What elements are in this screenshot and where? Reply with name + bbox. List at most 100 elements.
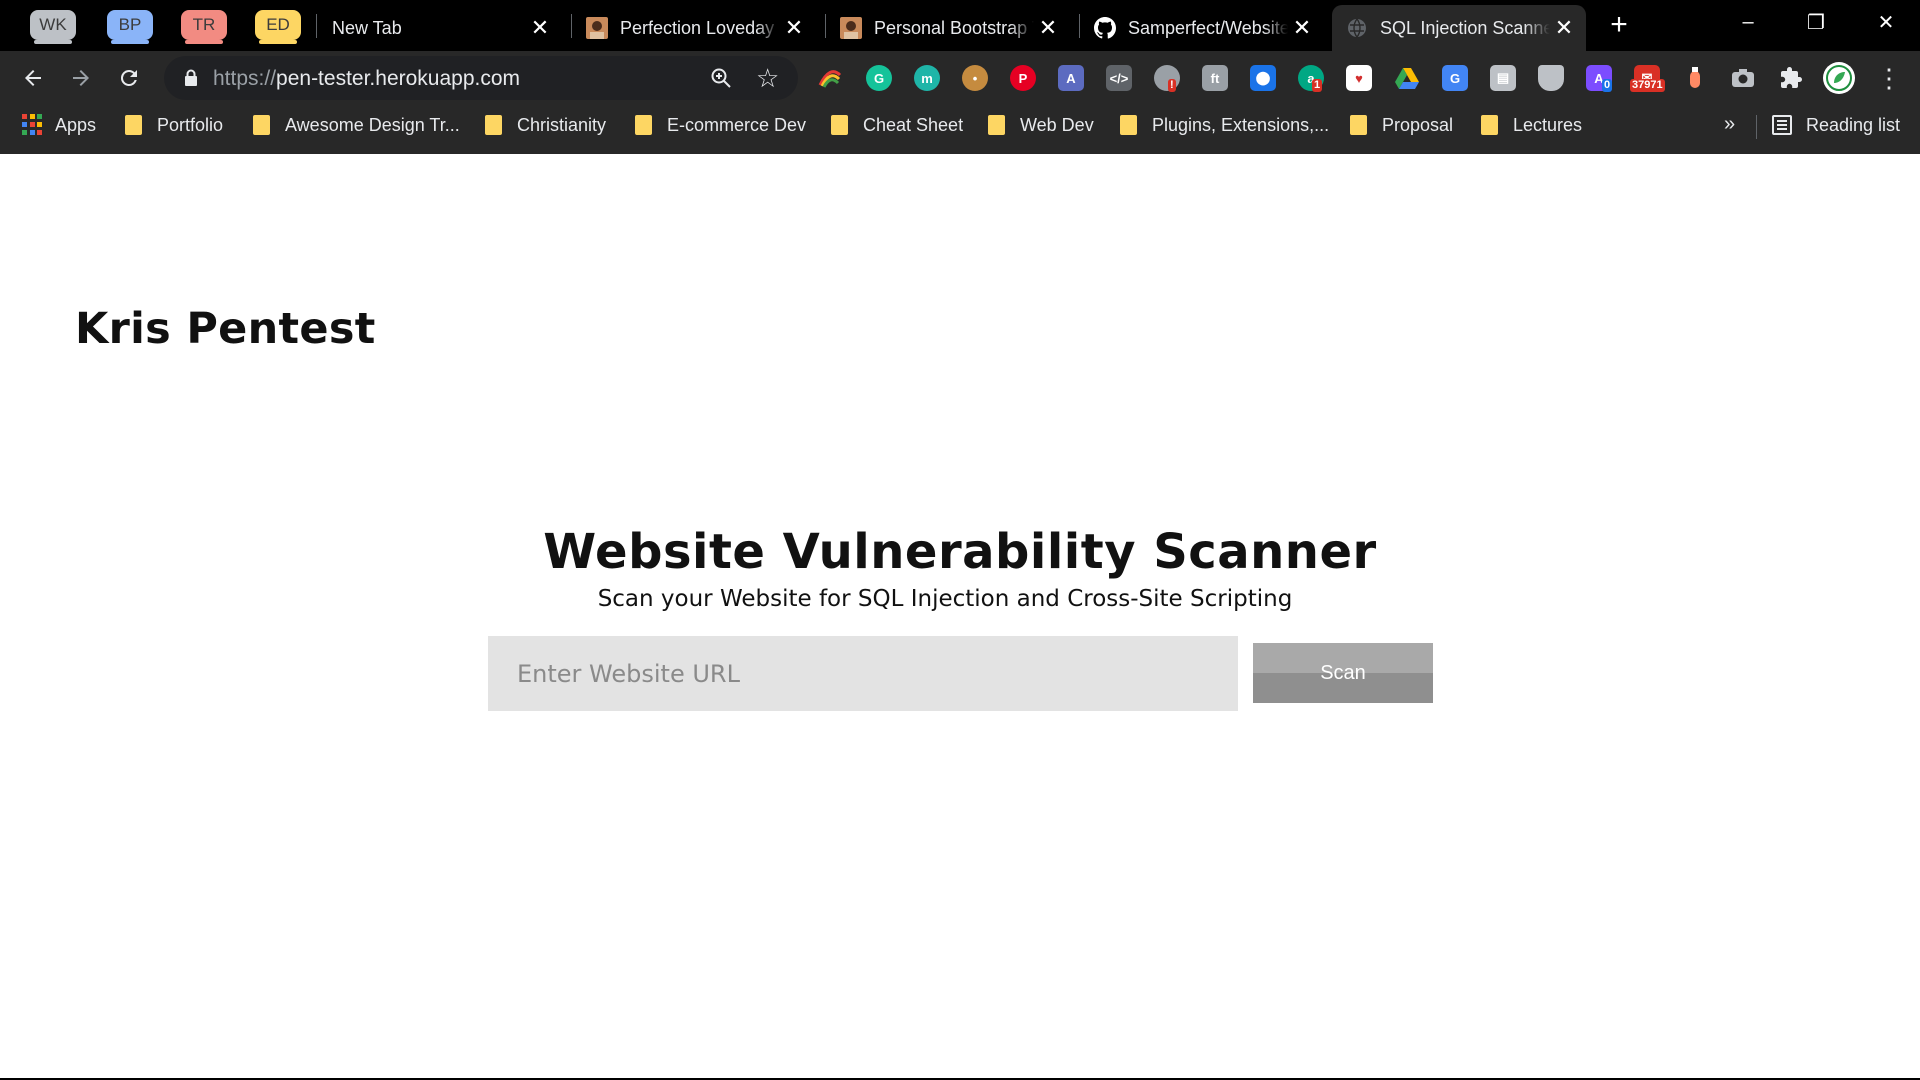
folder-icon — [125, 115, 142, 135]
comments-extension-icon[interactable]: ! — [1154, 65, 1180, 92]
tab-sql-injection-scanner[interactable]: SQL Injection Scanner ✕ — [1332, 5, 1586, 51]
bookmark-folder-web-dev[interactable]: Web Dev — [988, 105, 1094, 145]
close-icon[interactable]: ✕ — [1550, 14, 1578, 42]
browser-menu-icon[interactable]: ⋮ — [1876, 63, 1902, 93]
m-extension-icon[interactable]: m — [914, 65, 940, 91]
notes-extension-icon[interactable]: A0 — [1586, 65, 1613, 92]
tab-group-ed[interactable]: ED — [255, 10, 301, 44]
tab-title: Samperfect/Website-Vulnerability-Scanner — [1128, 17, 1288, 38]
page-content: Kris Pentest Website Vulnerability Scann… — [0, 154, 1920, 1080]
minimize-button[interactable]: – — [1718, 0, 1778, 44]
bookmark-label: E-commerce Dev — [667, 114, 807, 135]
close-icon[interactable]: ✕ — [1034, 14, 1062, 42]
extension-badge: ! — [1168, 79, 1176, 92]
google-drive-icon[interactable] — [1394, 65, 1420, 91]
tab-group-bp[interactable]: BP — [107, 10, 153, 44]
bookmarks-bar: Apps Portfolio Awesome Design Tr... Chri… — [0, 105, 1920, 154]
new-tab-button[interactable]: + — [1604, 8, 1634, 41]
tab-group-indicator — [34, 40, 72, 44]
bookmark-folder-awesome-design[interactable]: Awesome Design Tr... — [253, 105, 460, 145]
extension-badge: 0 — [1602, 79, 1613, 92]
tab-title: Personal Bootstrap Theme — [874, 17, 1034, 38]
bookmark-label: Lectures — [1513, 114, 1583, 135]
rainbow-extension-icon[interactable] — [817, 65, 843, 91]
restore-button[interactable]: ❐ — [1786, 0, 1846, 44]
tab-group-label: WK — [39, 15, 67, 34]
url-text: https://pen-tester.herokuapp.com — [213, 67, 520, 91]
tab-github-repo[interactable]: Samperfect/Website-Vulnerability-Scanner… — [1080, 5, 1324, 51]
close-window-icon: ✕ — [1877, 11, 1895, 34]
reading-list-label: Reading list — [1806, 114, 1901, 135]
bookmark-folder-portfolio[interactable]: Portfolio — [125, 105, 223, 145]
tab-title: New Tab — [332, 17, 402, 38]
folder-icon — [485, 115, 502, 135]
profile-avatar[interactable] — [1823, 62, 1855, 94]
google-translate-icon[interactable]: G — [1442, 65, 1468, 91]
bookmark-label: Christianity — [517, 114, 607, 135]
folder-icon — [1120, 115, 1137, 135]
bookmark-label: Portfolio — [157, 114, 224, 135]
close-icon[interactable]: ✕ — [1288, 14, 1316, 42]
mail-extension-icon[interactable]: ✉ 37971 — [1630, 65, 1665, 92]
shield-icon[interactable] — [1538, 65, 1564, 91]
grammarly-icon[interactable]: G — [866, 65, 892, 91]
scan-button[interactable]: Scan — [1253, 643, 1433, 703]
font-extension-icon[interactable]: ft — [1202, 65, 1228, 91]
site-brand[interactable]: Kris Pentest — [75, 304, 376, 354]
tab-personal-bootstrap[interactable]: Personal Bootstrap Theme ✕ — [826, 5, 1070, 51]
more-bookmarks-icon[interactable]: » — [1724, 113, 1735, 136]
extension-badge: 1 — [1312, 79, 1323, 92]
lock-icon[interactable] — [184, 69, 198, 87]
tab-separator — [316, 14, 317, 38]
pocket-icon[interactable]: ♥ — [1346, 65, 1372, 91]
tab-group-label: BP — [118, 15, 142, 34]
print-extension-icon[interactable]: ▤ — [1490, 65, 1516, 91]
pinterest-icon[interactable]: P — [1010, 65, 1036, 91]
bookmark-label: Apps — [55, 114, 97, 135]
back-arrow-icon — [25, 70, 41, 86]
page-subtitle: Scan your Website for SQL Injection and … — [597, 586, 1293, 612]
tab-group-wk[interactable]: WK — [30, 10, 76, 44]
address-bar[interactable]: https://pen-tester.herokuapp.com ☆ — [164, 56, 798, 100]
website-url-input[interactable] — [488, 636, 1238, 711]
back-button[interactable] — [17, 62, 49, 94]
bookmark-folder-ecommerce-dev[interactable]: E-commerce Dev — [635, 105, 806, 145]
tab-perfection-loveday[interactable]: Perfection Loveday | Web Developer ✕ — [572, 5, 816, 51]
code-extension-icon[interactable]: </> — [1106, 65, 1132, 91]
forward-arrow-icon — [73, 70, 89, 86]
extensions-puzzle-icon[interactable] — [1778, 65, 1804, 91]
reload-button[interactable] — [113, 62, 145, 94]
camera-icon[interactable] — [1730, 65, 1756, 91]
forward-button[interactable] — [65, 62, 97, 94]
tab-strip: WK BP TR ED New Tab ✕ Perfection Loveday… — [0, 0, 1920, 51]
bookmark-folder-cheat-sheet[interactable]: Cheat Sheet — [831, 105, 963, 145]
bottle-extension-icon[interactable] — [1682, 65, 1708, 91]
reading-list-button[interactable]: Reading list — [1772, 105, 1900, 145]
bookmark-folder-plugins[interactable]: Plugins, Extensions,... — [1120, 105, 1329, 145]
bookmark-folder-proposal[interactable]: Proposal — [1350, 105, 1453, 145]
folder-icon — [253, 115, 270, 135]
map-pin-extension-icon[interactable]: ⬤ — [1250, 65, 1276, 91]
reload-icon — [120, 69, 137, 86]
zoom-icon[interactable] — [709, 66, 733, 90]
tab-new-tab[interactable]: New Tab ✕ — [318, 5, 562, 51]
more-bookmarks-label: » — [1724, 113, 1736, 135]
grammar-extension-icon[interactable]: a1 — [1298, 65, 1324, 92]
folder-icon — [988, 115, 1005, 135]
tab-group-tr[interactable]: TR — [181, 10, 227, 44]
text-extension-icon[interactable]: A — [1058, 65, 1084, 91]
close-window-button[interactable]: ✕ — [1856, 0, 1916, 44]
close-icon[interactable]: ✕ — [780, 14, 808, 42]
github-icon — [1094, 17, 1116, 39]
bookmark-label: Awesome Design Tr... — [285, 114, 460, 135]
bookmark-separator — [1756, 115, 1757, 139]
bookmark-folder-lectures[interactable]: Lectures — [1481, 105, 1582, 145]
folder-icon — [1350, 115, 1367, 135]
bookmark-apps[interactable]: Apps — [22, 105, 96, 145]
bookmark-star-icon[interactable]: ☆ — [756, 63, 779, 94]
close-icon[interactable]: ✕ — [526, 14, 554, 42]
bookmark-folder-christianity[interactable]: Christianity — [485, 105, 606, 145]
tab-title: Perfection Loveday | Web Developer — [620, 17, 780, 38]
cookie-icon[interactable]: • — [962, 65, 988, 91]
bookmark-label: Cheat Sheet — [863, 114, 964, 135]
